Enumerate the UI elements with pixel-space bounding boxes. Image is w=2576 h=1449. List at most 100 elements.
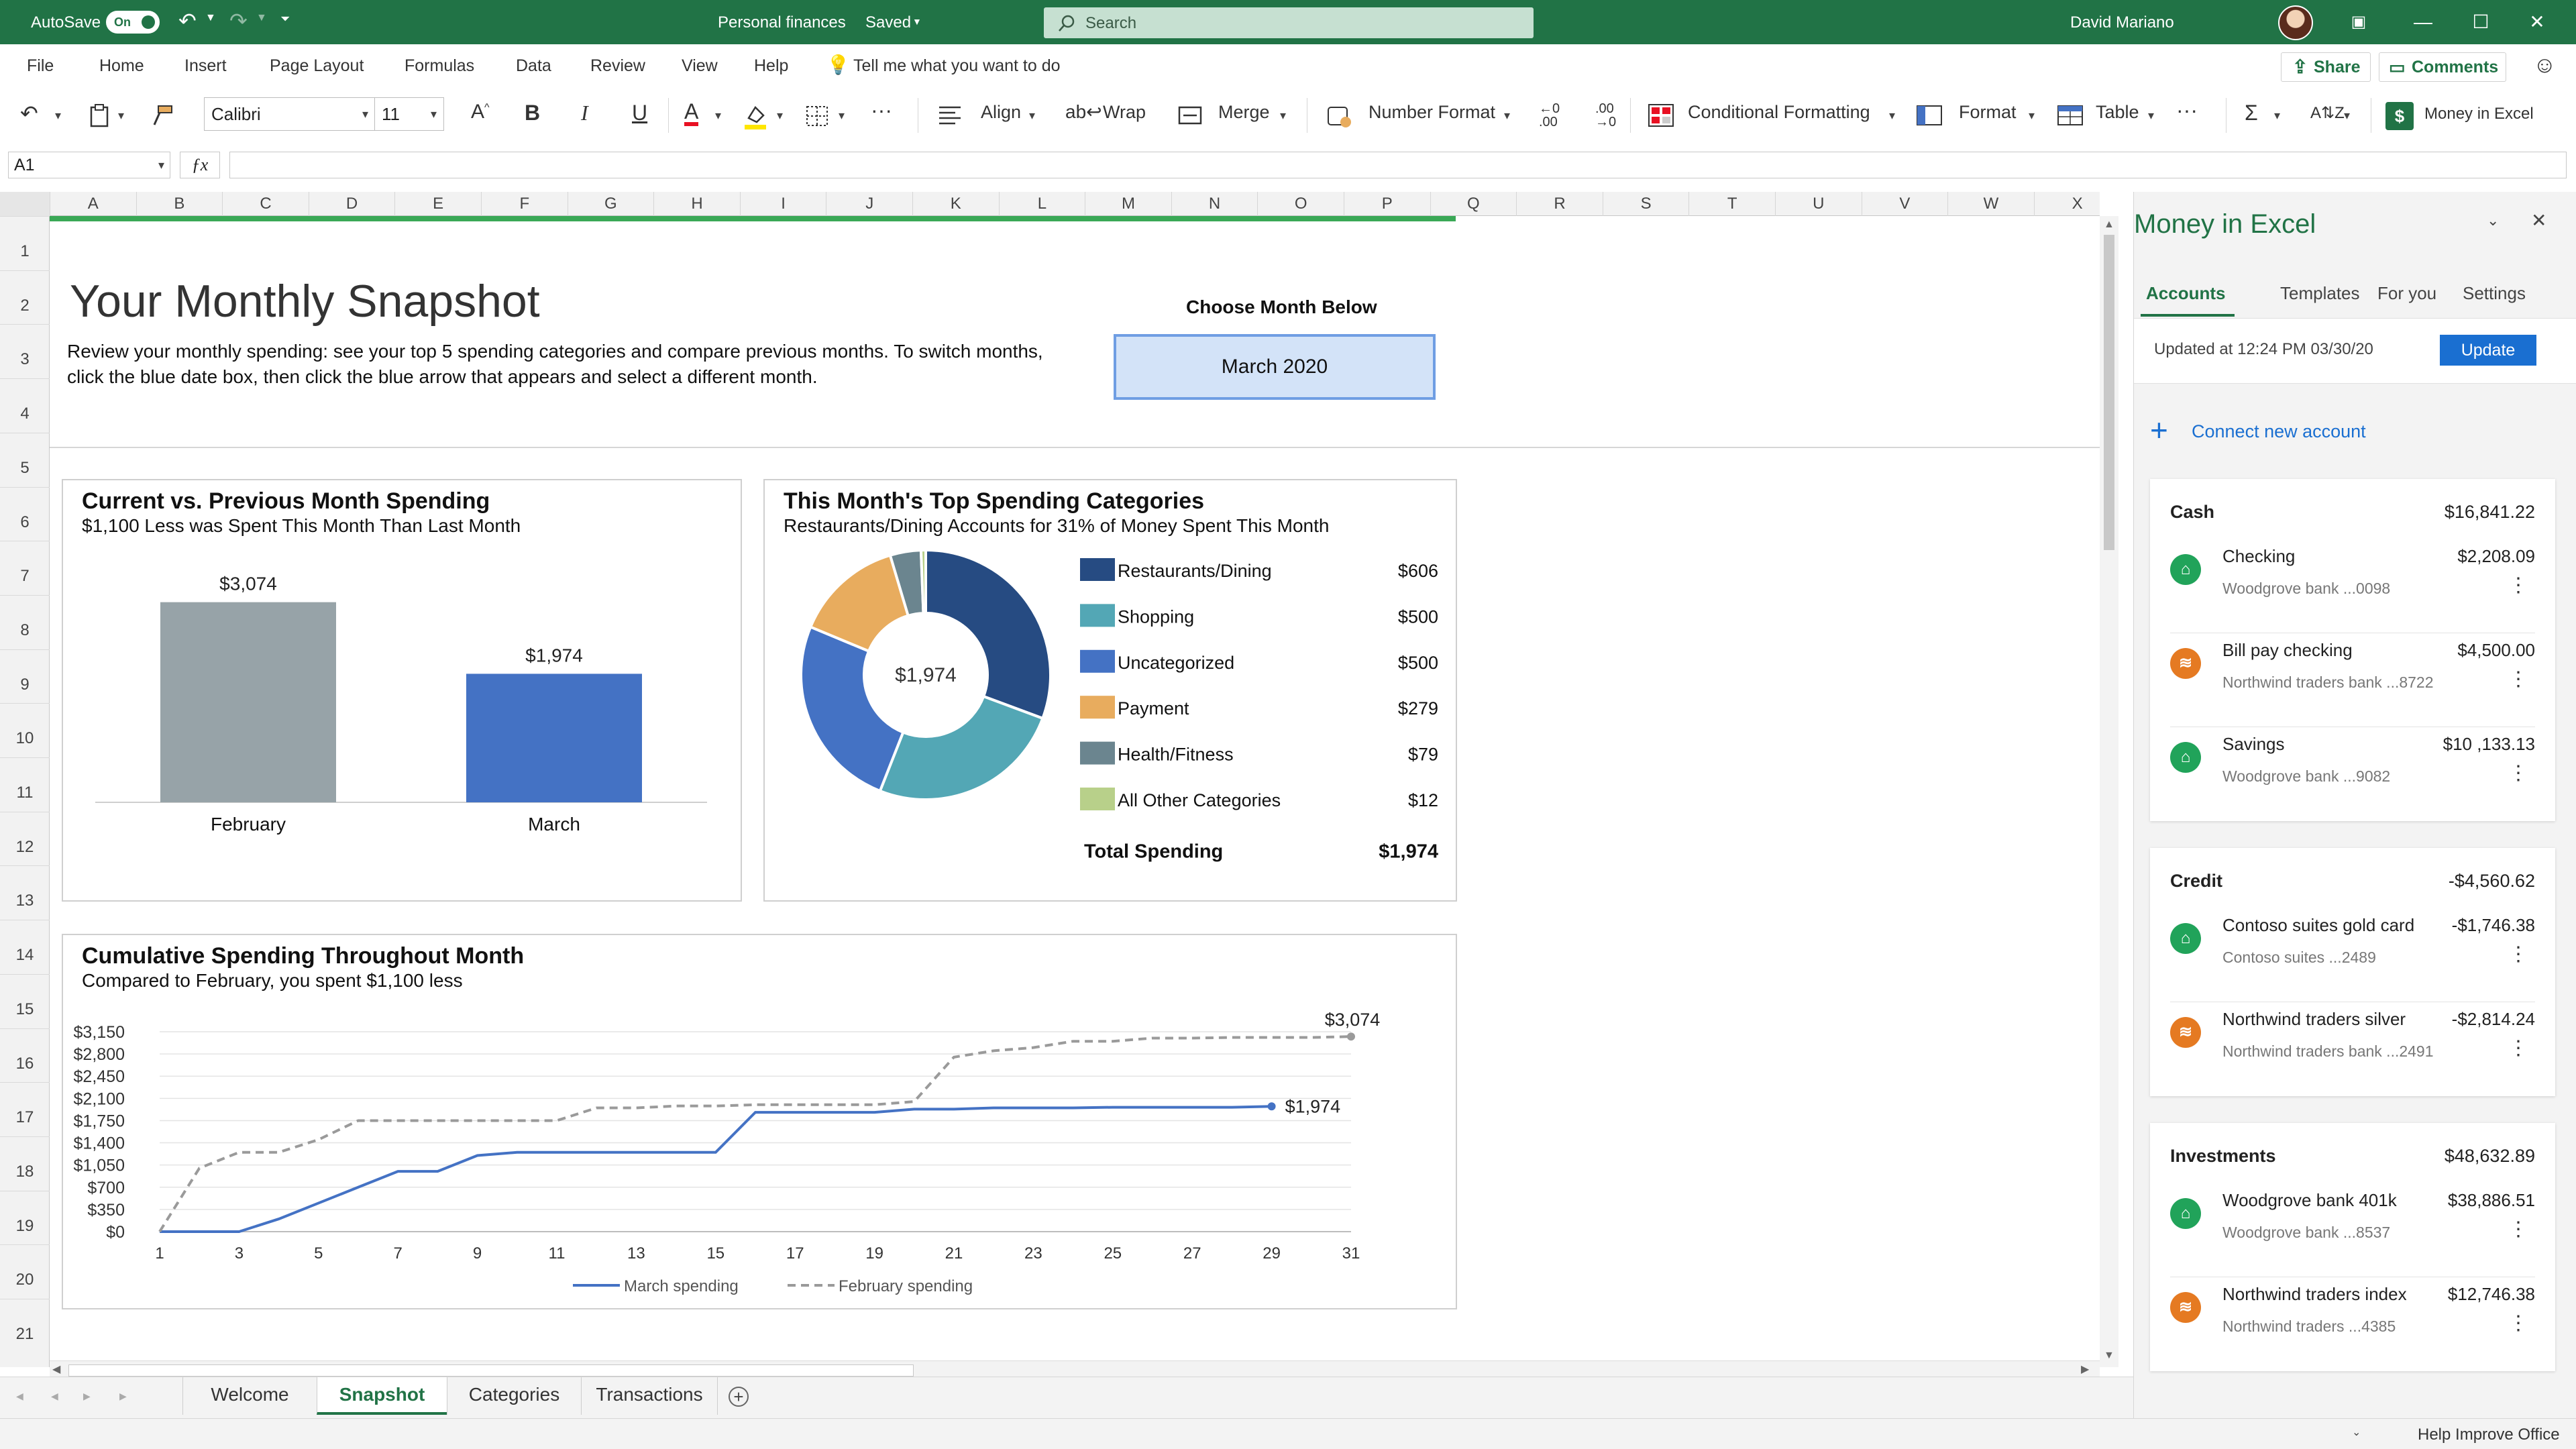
menu-file[interactable]: File <box>27 56 54 76</box>
column-header[interactable]: F <box>481 192 568 216</box>
account-row[interactable]: ≋ Northwind traders index $12,746.38 Northw… <box>2170 1277 2535 1371</box>
format-dropdown-icon[interactable]: ▾ <box>2029 109 2035 123</box>
row-header[interactable]: 5 <box>0 432 50 487</box>
number-format-icon[interactable] <box>1326 102 1352 129</box>
menu-page-layout[interactable]: Page Layout <box>270 56 364 76</box>
prev-sheet-icon[interactable]: ◀ <box>51 1391 58 1402</box>
more-options-icon[interactable]: ··· <box>2176 98 2198 123</box>
align-label[interactable]: Align <box>981 102 1021 123</box>
column-header[interactable]: I <box>739 192 826 216</box>
maximize-icon[interactable]: ☐ <box>2461 5 2501 39</box>
close-icon[interactable]: ✕ <box>2517 5 2557 39</box>
fill-color-icon[interactable] <box>742 102 769 130</box>
search-box[interactable]: Search <box>1044 7 1534 38</box>
autosum-dropdown-icon[interactable]: ▾ <box>2274 109 2280 123</box>
vertical-scrollbar[interactable]: ▲ ▼ <box>2100 216 2118 1367</box>
font-size-dropdown-icon[interactable]: ▾ <box>431 98 437 130</box>
column-header[interactable]: L <box>998 192 1085 216</box>
smiley-feedback-icon[interactable]: ☺ <box>2533 52 2557 78</box>
insert-function-icon[interactable]: ƒx <box>180 152 220 178</box>
column-header[interactable]: D <box>308 192 395 216</box>
column-header[interactable]: B <box>136 192 223 216</box>
status-expand-icon[interactable]: ⌄ <box>2352 1426 2361 1439</box>
next-sheet-icon[interactable]: ▶ <box>83 1391 91 1402</box>
merge-icon[interactable] <box>1178 105 1202 126</box>
table-dropdown-icon[interactable]: ▾ <box>2148 109 2154 123</box>
status-chevron-icon[interactable]: ▼ <box>912 16 922 27</box>
paste-icon[interactable] <box>89 103 111 129</box>
connect-new-account-link[interactable]: Connect new account <box>2192 421 2366 442</box>
autosave-toggle[interactable]: On <box>106 11 160 34</box>
column-header[interactable]: E <box>394 192 481 216</box>
document-status[interactable]: Saved <box>865 13 911 32</box>
row-header[interactable]: 13 <box>0 865 50 920</box>
pane-tab-settings[interactable]: Settings <box>2463 283 2526 304</box>
increase-font-icon[interactable]: A^ <box>471 101 490 123</box>
align-icon[interactable] <box>938 105 962 126</box>
conditional-formatting-label[interactable]: Conditional Formatting <box>1688 102 1870 123</box>
tab-transactions[interactable]: Transactions <box>581 1377 718 1415</box>
customize-toolbar-icon[interactable]: ⏷ <box>280 12 290 26</box>
row-header[interactable]: 7 <box>0 541 50 595</box>
align-dropdown-icon[interactable]: ▾ <box>1029 109 1035 123</box>
row-header[interactable]: 4 <box>0 378 50 433</box>
sort-dropdown-icon[interactable]: ▾ <box>2344 109 2350 123</box>
row-header[interactable]: 15 <box>0 973 50 1028</box>
decrease-decimal-icon[interactable]: .00 →0 <box>1595 102 1616 129</box>
column-header[interactable]: R <box>1516 192 1603 216</box>
month-selector[interactable]: March 2020 <box>1114 334 1436 400</box>
conditional-formatting-icon[interactable] <box>1648 103 1674 127</box>
tab-snapshot[interactable]: Snapshot <box>317 1377 447 1415</box>
name-box[interactable]: A1 ▾ <box>8 152 170 178</box>
worksheet[interactable]: Your Monthly Snapshot Review your monthl… <box>50 216 2100 1363</box>
paste-dropdown-icon[interactable]: ▾ <box>118 109 124 123</box>
scroll-down-icon[interactable]: ▼ <box>2104 1350 2114 1362</box>
account-more-icon[interactable]: ⋮ <box>2508 669 2528 690</box>
column-header[interactable]: P <box>1344 192 1430 216</box>
table-label[interactable]: Table <box>2096 102 2139 123</box>
last-sheet-icon[interactable]: ▶ <box>119 1391 127 1402</box>
money-in-excel-button[interactable]: Money in Excel <box>2424 105 2534 123</box>
column-header[interactable]: O <box>1257 192 1344 216</box>
row-header[interactable]: 1 <box>0 216 50 270</box>
row-header[interactable]: 9 <box>0 649 50 704</box>
money-in-excel-icon[interactable]: $ <box>2385 102 2414 130</box>
column-header[interactable]: G <box>567 192 654 216</box>
number-format-dropdown-icon[interactable]: ▾ <box>1504 109 1510 123</box>
account-more-icon[interactable]: ⋮ <box>2508 1220 2528 1240</box>
row-header[interactable]: 21 <box>0 1299 50 1353</box>
account-more-icon[interactable]: ⋮ <box>2508 1038 2528 1059</box>
undo-icon[interactable]: ↶ <box>178 8 197 34</box>
tab-welcome[interactable]: Welcome <box>182 1377 317 1415</box>
row-header[interactable]: 18 <box>0 1136 50 1191</box>
account-more-icon[interactable]: ⋮ <box>2508 763 2528 784</box>
scroll-up-icon[interactable]: ▲ <box>2104 219 2114 231</box>
sort-filter-icon[interactable]: A⇅Z <box>2310 103 2345 123</box>
column-header[interactable]: H <box>653 192 740 216</box>
pane-close-icon[interactable]: ✕ <box>2531 209 2546 231</box>
column-header[interactable]: C <box>222 192 309 216</box>
merge-label[interactable]: Merge <box>1218 102 1270 123</box>
formula-input[interactable] <box>229 152 2567 178</box>
column-header[interactable]: X <box>2033 192 2121 216</box>
column-header[interactable]: T <box>1688 192 1775 216</box>
borders-dropdown-icon[interactable]: ▾ <box>839 109 845 123</box>
pane-options-icon[interactable]: ⌄ <box>2487 212 2499 229</box>
first-sheet-icon[interactable]: ◀ <box>16 1391 23 1402</box>
menu-help[interactable]: Help <box>754 56 788 76</box>
account-row[interactable]: ⌂ Contoso suites gold card -$1,746.38 Conto… <box>2170 908 2535 1002</box>
merge-dropdown-icon[interactable]: ▾ <box>1280 109 1286 123</box>
redo-dropdown-icon[interactable]: ▼ <box>256 12 267 24</box>
row-header[interactable]: 10 <box>0 703 50 757</box>
update-button[interactable]: Update <box>2440 335 2536 366</box>
column-header[interactable]: U <box>1775 192 1862 216</box>
name-box-dropdown-icon[interactable]: ▾ <box>158 152 164 178</box>
column-header[interactable]: W <box>1947 192 2034 216</box>
menu-home[interactable]: Home <box>99 56 144 76</box>
pane-tab-templates[interactable]: Templates <box>2280 283 2360 304</box>
share-button[interactable]: ⇪ Share <box>2281 52 2371 82</box>
table-icon[interactable] <box>2057 103 2084 127</box>
scroll-right-icon[interactable]: ▶ <box>2081 1362 2089 1376</box>
number-format-label[interactable]: Number Format <box>1368 102 1495 123</box>
autosum-icon[interactable]: Σ <box>2245 101 2258 125</box>
